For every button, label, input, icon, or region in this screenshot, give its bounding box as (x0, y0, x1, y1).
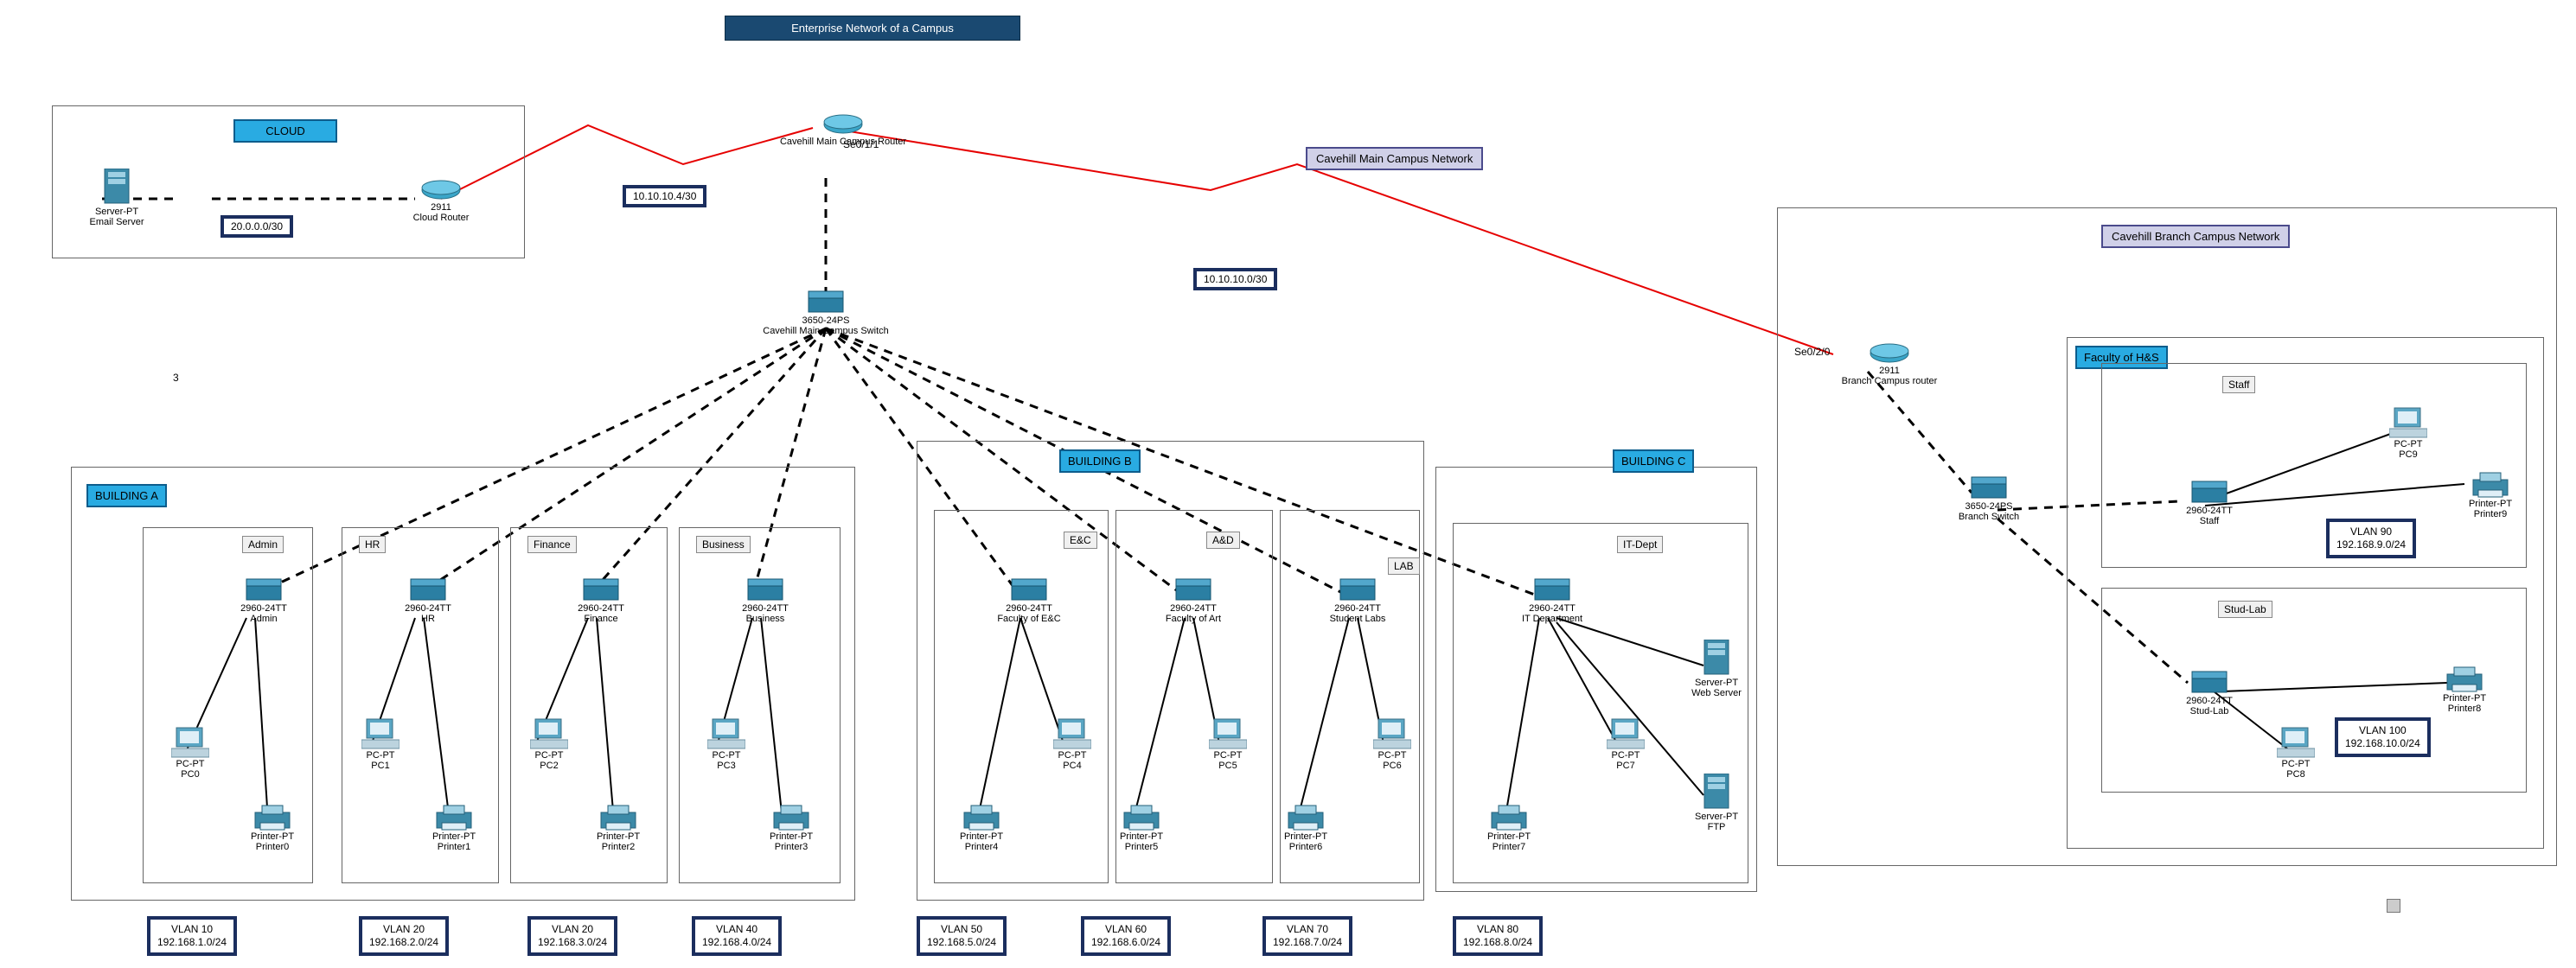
pc4[interactable]: PC-PTPC4 (1038, 717, 1107, 771)
pc9[interactable]: PC-PTPC9 (2374, 406, 2443, 460)
lbl-staff: Staff (2222, 376, 2255, 393)
lbl-stud: Stud-Lab (2218, 601, 2272, 618)
lbl-lab: LAB (1388, 557, 1420, 575)
branchr-l2: Branch Campus router (1842, 376, 1938, 386)
sw-hr[interactable]: 2960-24TTHR (380, 577, 476, 624)
vlan100: VLAN 100 192.168.10.0/24 (2335, 717, 2431, 757)
lbl-bus: Business (696, 536, 751, 553)
pr8[interactable]: Printer-PTPrinter8 (2426, 666, 2503, 714)
vlan90: VLAN 90 192.168.9.0/24 (2326, 519, 2416, 558)
webserver[interactable]: Server-PTWeb Server (1673, 640, 1760, 698)
email-server[interactable]: Server-PTEmail Server (74, 169, 160, 227)
ftpserver[interactable]: Server-PTFTP (1673, 774, 1760, 832)
pr0[interactable]: Printer-PTPrinter0 (233, 804, 311, 852)
sw-fin[interactable]: 2960-24TTFinance (553, 577, 649, 624)
title-enterprise: Enterprise Network of a Campus (725, 16, 1020, 41)
cloud-router[interactable]: 2911Cloud Router (393, 178, 489, 223)
pc3[interactable]: PC-PTPC3 (692, 717, 761, 771)
pr1[interactable]: Printer-PTPrinter1 (415, 804, 493, 852)
pc1[interactable]: PC-PTPC1 (346, 717, 415, 771)
sw-ec[interactable]: 2960-24TTFaculty of E&C (968, 577, 1090, 624)
pr9[interactable]: Printer-PTPrinter9 (2451, 471, 2529, 519)
lbl-fin: Finance (527, 536, 577, 553)
pr6[interactable]: Printer-PTPrinter6 (1267, 804, 1345, 852)
branch-switch[interactable]: 3650-24PSBranch Switch (1933, 475, 2045, 522)
vlan40: VLAN 40 192.168.4.0/24 (692, 916, 782, 956)
main-router[interactable]: Cavehill Main Campus Router (748, 112, 938, 147)
pc5[interactable]: PC-PTPC5 (1193, 717, 1262, 771)
vlan30: VLAN 20 192.168.3.0/24 (527, 916, 617, 956)
building-a-title: BUILDING A (86, 484, 167, 507)
sw-stud[interactable]: 2960-24TTStud-Lab (2157, 670, 2261, 716)
pc8[interactable]: PC-PTPC8 (2261, 726, 2330, 780)
pr4[interactable]: Printer-PTPrinter4 (943, 804, 1020, 852)
pc6[interactable]: PC-PTPC6 (1358, 717, 1427, 771)
lbl-ad: A&D (1206, 532, 1240, 549)
main-switch[interactable]: 3650-24PSCavehill Main Campus Switch (744, 290, 908, 336)
mainsw-l2: Cavehill Main Campus Switch (763, 326, 889, 336)
note-square (2387, 899, 2400, 913)
lbl-it: IT-Dept (1617, 536, 1663, 553)
vlan70: VLAN 70 192.168.7.0/24 (1262, 916, 1352, 956)
grp-staff (2101, 363, 2527, 568)
pr7[interactable]: Printer-PTPrinter7 (1470, 804, 1548, 852)
sw-admin[interactable]: 2960-24TTAdmin (216, 577, 311, 624)
branchsw-l2: Branch Switch (1959, 512, 2019, 522)
num3: 3 (173, 372, 179, 384)
vlan10: VLAN 10 192.168.1.0/24 (147, 916, 237, 956)
pr2[interactable]: Printer-PTPrinter2 (579, 804, 657, 852)
mainr-l1: Cavehill Main Campus Router (780, 137, 906, 147)
pr5[interactable]: Printer-PTPrinter5 (1103, 804, 1180, 852)
branchr-l1: 2911 (1879, 366, 1900, 376)
cloudr-l2: Cloud Router (413, 213, 470, 223)
net-main: 10.10.10.4/30 (623, 185, 706, 207)
lbl-admin: Admin (242, 536, 284, 553)
branchsw-l1: 3650-24PS (1965, 501, 2012, 512)
pc2[interactable]: PC-PTPC2 (515, 717, 584, 771)
lbl-hr: HR (359, 536, 386, 553)
building-c-title: BUILDING C (1613, 449, 1694, 473)
mainsw-l1: 3650-24PS (802, 315, 849, 326)
email-l2: Email Server (90, 217, 144, 227)
diagram-canvas: { "titles":{ "enterprise":"Enterprise Ne… (0, 0, 2576, 968)
branch-router[interactable]: 2911Branch Campus router (1825, 341, 1954, 386)
pr3[interactable]: Printer-PTPrinter3 (752, 804, 830, 852)
vlan50: VLAN 50 192.168.5.0/24 (917, 916, 1007, 956)
net-branch: 10.10.10.0/30 (1193, 268, 1277, 290)
pc7[interactable]: PC-PTPC7 (1591, 717, 1660, 771)
title-main-net: Cavehill Main Campus Network (1306, 147, 1483, 170)
net-cloud: 20.0.0.0/30 (221, 215, 293, 238)
sw-bus[interactable]: 2960-24TTBusiness (718, 577, 813, 624)
lbl-ec: E&C (1064, 532, 1097, 549)
vlan80: VLAN 80 192.168.8.0/24 (1453, 916, 1543, 956)
sw-ad[interactable]: 2960-24TTFaculty of Art (1133, 577, 1254, 624)
email-l1: Server-PT (95, 207, 138, 217)
cloud-title: CLOUD (233, 119, 337, 143)
sw-it[interactable]: 2960-24TTIT Department (1487, 577, 1617, 624)
sw-lab[interactable]: 2960-24TTStudent Labs (1297, 577, 1418, 624)
cloudr-l1: 2911 (431, 202, 451, 213)
vlan60: VLAN 60 192.168.6.0/24 (1081, 916, 1171, 956)
building-b-title: BUILDING B (1059, 449, 1141, 473)
sw-staff[interactable]: 2960-24TTStaff (2157, 480, 2261, 526)
vlan20: VLAN 20 192.168.2.0/24 (359, 916, 449, 956)
pc0[interactable]: PC-PTPC0 (156, 726, 225, 780)
